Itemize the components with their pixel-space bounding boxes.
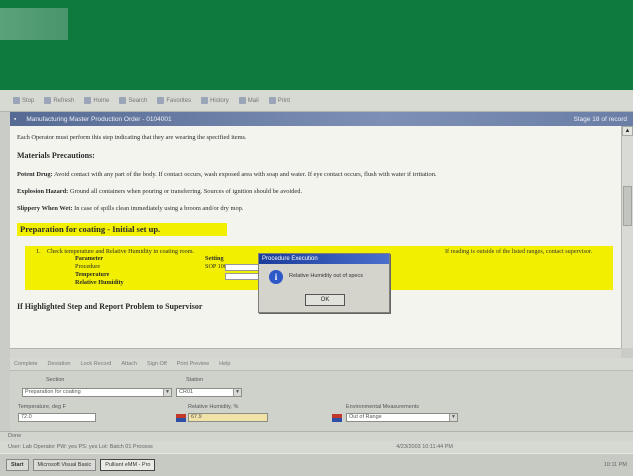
action-bar: Complete Deviation Lock Record Attach Si… (10, 358, 633, 371)
status-text: Done (8, 433, 22, 439)
brand-header-bar (0, 0, 633, 90)
content-vertical-scrollbar[interactable]: ▲ (621, 126, 633, 348)
history-icon (201, 97, 209, 104)
toolbar-home[interactable]: Home (81, 96, 112, 105)
temperature-field[interactable]: 72.0 (18, 413, 96, 422)
action-attach[interactable]: Attach (121, 361, 137, 367)
chevron-down-icon: ▼ (449, 414, 457, 421)
flag-icon (176, 414, 186, 422)
document-content: Each Operator must perform this step ind… (10, 126, 621, 348)
param-procedure: Procedure (75, 262, 101, 270)
content-horizontal-scrollbar[interactable] (10, 348, 621, 358)
chevron-down-icon: ▼ (163, 389, 171, 396)
document-title: Manufacturing Master Production Order - … (26, 115, 172, 123)
status-bar: Done (0, 431, 633, 441)
mail-icon (238, 97, 246, 104)
toolbar-refresh[interactable]: Refresh (41, 96, 77, 105)
start-button[interactable]: Start (6, 459, 29, 471)
setting-header: Setting (205, 254, 224, 262)
param-humidity: Relative Humidity (75, 278, 124, 286)
action-help[interactable]: Help (219, 361, 230, 367)
scroll-thumb[interactable] (623, 186, 632, 226)
info-icon: i (269, 270, 283, 284)
step-text: Check temperature and Relative Humidity … (47, 247, 195, 255)
action-deviation[interactable]: Deviation (48, 361, 71, 367)
favorites-icon (157, 97, 165, 104)
section-select[interactable]: Preparation for coating ▼ (22, 388, 172, 397)
humidity-label: Relative Humidity, % (188, 404, 239, 410)
document-title-bar: ▪ Manufacturing Master Production Order … (10, 112, 633, 126)
clock: 10:11 PM (603, 462, 627, 468)
system-tray: 10:11 PM (604, 462, 627, 468)
action-complete[interactable]: Complete (14, 361, 38, 367)
taskbar-item-emm[interactable]: Pulliant eMM - Pro (100, 459, 156, 471)
setting-procedure: SOP 100 (205, 262, 227, 270)
flag-icon (332, 414, 342, 422)
document-stage: Stage 18 of record (573, 115, 627, 123)
toolbar-favorites[interactable]: Favorites (154, 96, 194, 105)
slippery-note: Slippery When Wet: In case of spills cle… (17, 205, 244, 213)
preparation-heading: Preparation for coating - Initial set up… (17, 222, 227, 236)
stop-icon (13, 97, 20, 104)
session-info: User: Lab Operator PW: yes PS: yes Lot: … (8, 444, 153, 450)
doc-menu-icon[interactable]: ▪ (14, 116, 16, 123)
intro-text: Each Operator must perform this step ind… (17, 134, 247, 141)
materials-heading: Materials Precautions: (17, 151, 95, 161)
action-sign-off[interactable]: Sign Off (147, 361, 167, 367)
station-label: Station (186, 377, 204, 383)
param-temperature: Temperature (75, 270, 110, 278)
environment-select[interactable]: Out of Range ▼ (346, 413, 458, 422)
toolbar-stop[interactable]: Stop (10, 96, 37, 105)
bottom-panel: Section Preparation for coating ▼ Station… (10, 371, 633, 431)
session-datetime: 4/23/2003 10:11:44 PM (396, 444, 453, 450)
chevron-down-icon: ▼ (233, 389, 241, 396)
action-lock-record[interactable]: Lock Record (80, 361, 111, 367)
station-select[interactable]: CR01 ▼ (176, 388, 242, 397)
print-icon (268, 97, 276, 104)
potent-drug-note: Potent Drug: Avoid contact with any part… (17, 170, 437, 178)
toolbar-mail[interactable]: Mail (236, 96, 262, 105)
session-bar: User: Lab Operator PW: yes PS: yes Lot: … (0, 441, 633, 453)
explosion-hazard-note: Explosion Hazard: Ground all containers … (17, 188, 303, 196)
step-number: 1. (36, 247, 41, 255)
toolbar-search[interactable]: Search (116, 96, 150, 105)
refresh-icon (44, 97, 52, 104)
toolbar-print[interactable]: Print (266, 96, 293, 105)
windows-taskbar: Start Microsoft Visual Basic Pulliant eM… (0, 453, 633, 476)
humidity-field[interactable]: 67.9 (188, 413, 268, 422)
step-text-right: If reading is outside of the listed rang… (445, 247, 593, 255)
message-dialog: Procedure Execution i Relative Humidity … (258, 253, 390, 313)
home-icon (84, 97, 92, 104)
parameter-header: Parameter (75, 254, 104, 262)
dialog-title: Procedure Execution (259, 254, 389, 264)
toolbar-history[interactable]: History (198, 96, 232, 105)
temperature-label: Temperature, deg F (18, 404, 66, 410)
search-icon (119, 97, 127, 104)
browser-toolbar: Stop Refresh Home Search Favorites Histo… (0, 90, 633, 112)
scroll-up-icon[interactable]: ▲ (622, 126, 633, 136)
logo-watermark (0, 8, 68, 40)
action-print-preview[interactable]: Print Preview (177, 361, 209, 367)
dialog-ok-button[interactable]: OK (305, 294, 345, 306)
taskbar-item-vb[interactable]: Microsoft Visual Basic (32, 459, 97, 471)
section-label: Section (46, 377, 65, 383)
dialog-message: Relative Humidity out of specs (289, 273, 363, 279)
environment-label: Environmental Measurements (346, 404, 420, 410)
